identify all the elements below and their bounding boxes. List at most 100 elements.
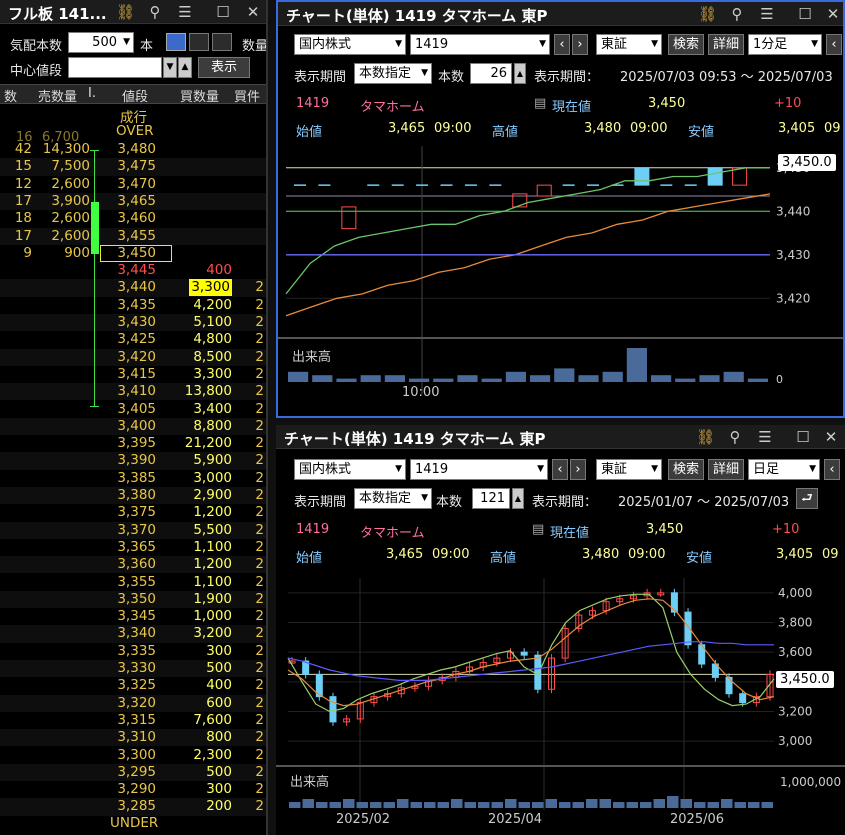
chart1-detail-button[interactable]: 詳細	[708, 34, 744, 55]
buy-row[interactable]: 3,320 600 2	[0, 694, 266, 712]
search-icon[interactable]: ⚲	[728, 5, 746, 23]
chart1-search-button[interactable]: 検索	[668, 34, 704, 55]
buy-row[interactable]: 3,395 21,200 2	[0, 435, 266, 452]
close-icon[interactable]: ✕	[244, 3, 262, 21]
buy-row[interactable]: 3,335 300 2	[0, 643, 266, 660]
sell-row[interactable]: 15 7,500 3,475	[0, 158, 266, 176]
link-icon[interactable]: ⛓	[696, 428, 715, 446]
price: 3,465	[117, 192, 156, 209]
chart2-detail-button[interactable]: 詳細	[708, 459, 744, 480]
qty-select[interactable]: 500	[68, 32, 134, 53]
buy-row[interactable]: 3,295 500 2	[0, 763, 266, 782]
sell-row[interactable]: 42 14,300 3,480	[0, 141, 266, 158]
sell-row[interactable]: 12 2,600 3,470	[0, 176, 266, 193]
buy-row[interactable]: 3,390 5,900 2	[0, 452, 266, 470]
chart2-prev-button[interactable]: ‹	[552, 459, 568, 480]
layout-icon-3[interactable]	[212, 33, 232, 51]
chart1-low-value: 3,405	[778, 121, 816, 136]
sell-row[interactable]: 17 2,600 3,455	[0, 227, 266, 245]
chart1-interval-select[interactable]: 1分足	[748, 34, 822, 55]
center-stepper-down[interactable]: ▲	[178, 57, 192, 78]
buy-row[interactable]: 3,325 400 2	[0, 677, 266, 694]
chart1-titlebar[interactable]: チャート(単体) 1419 タマホーム 東P ⛓ ⚲ ☰ ☐ ✕	[278, 2, 843, 26]
sell-row[interactable]: 17 3,900 3,465	[0, 192, 266, 211]
chart2-market-select[interactable]: 国内株式	[294, 459, 406, 480]
link-icon[interactable]: ⛓	[116, 3, 135, 21]
buy-row[interactable]: 3,435 4,200 2	[0, 297, 266, 314]
buy-qty: 500	[206, 763, 232, 780]
chart1-code-input[interactable]: 1419	[410, 34, 550, 55]
layout-icon-1[interactable]	[166, 33, 186, 51]
buy-row[interactable]: 3,340 3,200 2	[0, 625, 266, 643]
chart1-market-select[interactable]: 国内株式	[294, 34, 406, 55]
chart1-count-stepper[interactable]: ▲	[514, 63, 526, 84]
orderbook-titlebar[interactable]: フル板 141... ⛓ ⚲ ☰ ☐ ✕	[0, 0, 266, 24]
menu-icon[interactable]: ☰	[756, 428, 774, 446]
buy-row[interactable]: 3,420 8,500 2	[0, 348, 266, 366]
chart1-next-button[interactable]: ›	[572, 34, 588, 55]
buy-row[interactable]: 3,385 3,000 2	[0, 470, 266, 487]
buy-row[interactable]: 3,400 8,800 2	[0, 417, 266, 436]
chart1-period-select[interactable]: 本数指定	[354, 63, 432, 84]
chart2-code-input[interactable]: 1419	[410, 459, 548, 480]
buy-row[interactable]: 3,285 200 2	[0, 798, 266, 816]
menu-icon[interactable]: ☰	[758, 5, 776, 23]
chart2-count-stepper[interactable]: ▲	[512, 488, 524, 509]
header-buy-count: 買件	[234, 90, 261, 105]
buy-row[interactable]: 3,405 3,400 2	[0, 401, 266, 418]
buy-row[interactable]: 3,445 400	[0, 262, 266, 279]
menu-icon[interactable]: ☰	[176, 3, 194, 21]
chart1-exchange-select[interactable]: 東証	[596, 34, 662, 55]
chart2-interval-select[interactable]: 日足	[748, 459, 820, 480]
close-icon[interactable]: ✕	[822, 428, 840, 446]
buy-row[interactable]: 3,375 1,200 2	[0, 504, 266, 521]
buy-row[interactable]: 3,410 13,800 2	[0, 383, 266, 401]
buy-row[interactable]: 3,310 800 2	[0, 729, 266, 747]
chart2-next-button[interactable]: ›	[570, 459, 586, 480]
chart1-count-input[interactable]: 26	[470, 63, 512, 84]
price: 3,415	[117, 365, 156, 382]
buy-row[interactable]: 3,315 7,600 2	[0, 712, 266, 729]
buy-row[interactable]: 3,440 3,300 2	[0, 279, 266, 297]
display-button[interactable]: 表示	[198, 57, 250, 78]
chart2-exchange-select[interactable]: 東証	[596, 459, 662, 480]
chart2-count-input[interactable]: 121	[472, 488, 510, 509]
chart1-prev-button[interactable]: ‹	[554, 34, 570, 55]
chart2-reset-button[interactable]: ⮐	[796, 488, 818, 509]
chart2-plot[interactable]: 3,0003,2003,4003,6003,8004,000	[276, 570, 845, 835]
chart2-scroll-button[interactable]: ‹	[824, 459, 840, 480]
center-price-input[interactable]	[68, 57, 162, 78]
maximize-icon[interactable]: ☐	[794, 428, 812, 446]
chart1-plot[interactable]: 3,4203,4303,4403,4500	[278, 142, 843, 412]
buy-count: 2	[255, 677, 264, 694]
chart2-search-button[interactable]: 検索	[668, 459, 704, 480]
buy-row[interactable]: 3,350 1,900 2	[0, 590, 266, 609]
chart2-period-select[interactable]: 本数指定	[354, 488, 432, 509]
search-icon[interactable]: ⚲	[726, 428, 744, 446]
chart1-scroll-button[interactable]: ‹	[826, 34, 842, 55]
buy-row[interactable]: 3,300 2,300 2	[0, 747, 266, 764]
buy-row[interactable]: 3,330 500 2	[0, 660, 266, 678]
buy-row[interactable]: 3,430 5,100 2	[0, 314, 266, 332]
chart2-titlebar[interactable]: チャート(単体) 1419 タマホーム 東P ⛓ ⚲ ☰ ☐ ✕	[276, 425, 845, 449]
buy-row[interactable]: 3,360 1,200 2	[0, 556, 266, 574]
sell-row[interactable]: 18 2,600 3,460	[0, 210, 266, 227]
buy-row[interactable]: 3,425 4,800 2	[0, 331, 266, 348]
center-stepper-up[interactable]: ▼	[163, 57, 177, 78]
orderbook-panel: フル板 141... ⛓ ⚲ ☰ ☐ ✕ 気配本数 500 本 数量 中心値段 …	[0, 0, 268, 835]
maximize-icon[interactable]: ☐	[214, 3, 232, 21]
layout-icon-2[interactable]	[189, 33, 209, 51]
buy-row[interactable]: 3,370 5,500 2	[0, 521, 266, 539]
buy-row[interactable]: 3,380 2,900 2	[0, 487, 266, 505]
link-icon[interactable]: ⛓	[698, 5, 717, 23]
price: 3,350	[117, 590, 156, 607]
close-icon[interactable]: ✕	[824, 5, 842, 23]
maximize-icon[interactable]: ☐	[796, 5, 814, 23]
chart2-xtick-1: 2025/02	[336, 812, 391, 827]
buy-row[interactable]: 3,415 3,300 2	[0, 366, 266, 383]
buy-row[interactable]: 3,365 1,100 2	[0, 539, 266, 556]
buy-row[interactable]: 3,355 1,100 2	[0, 574, 266, 591]
buy-row[interactable]: 3,345 1,000 2	[0, 608, 266, 625]
buy-row[interactable]: 3,290 300 2	[0, 781, 266, 798]
search-icon[interactable]: ⚲	[146, 3, 164, 21]
